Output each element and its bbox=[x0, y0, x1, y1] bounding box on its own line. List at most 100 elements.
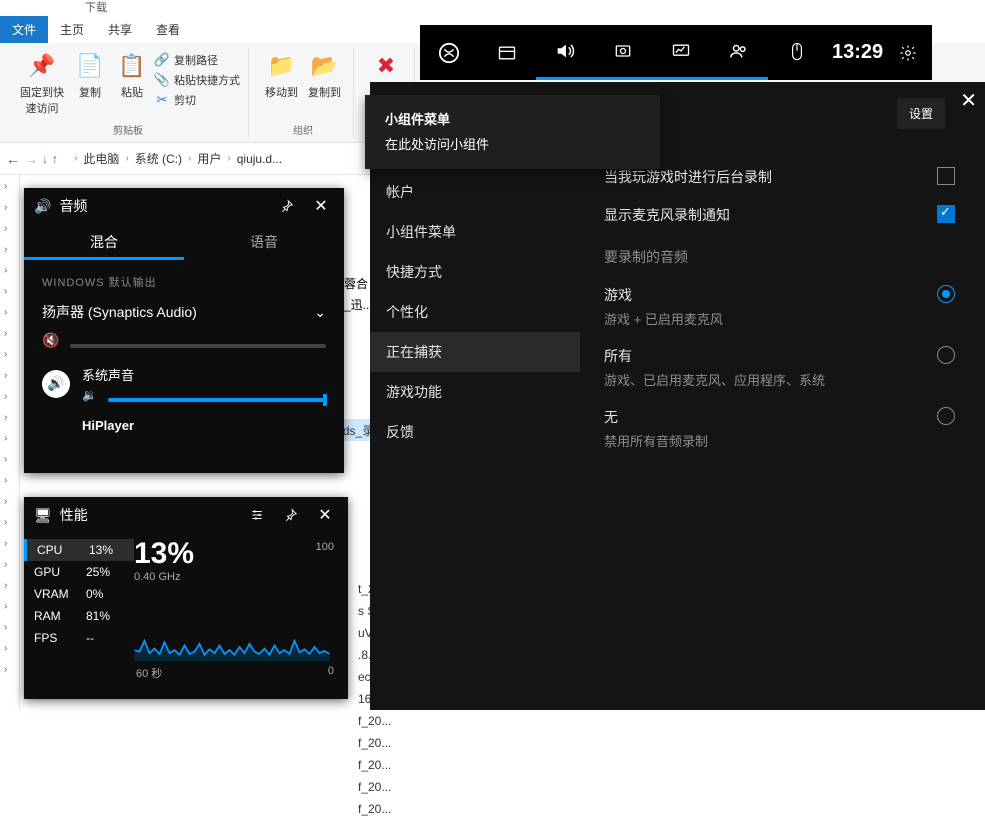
chevron-icon[interactable]: › bbox=[4, 559, 19, 570]
tab-mix[interactable]: 混合 bbox=[24, 224, 184, 260]
chevron-icon[interactable]: › bbox=[4, 370, 19, 381]
options-button[interactable] bbox=[244, 502, 270, 528]
settings-gear-button[interactable] bbox=[889, 25, 927, 80]
social-button[interactable] bbox=[710, 25, 768, 80]
file-row[interactable]: f_20... bbox=[38, 798, 985, 820]
chevron-icon[interactable]: › bbox=[4, 538, 19, 549]
system-sound-icon: 🔊 bbox=[42, 370, 70, 398]
mute-icon[interactable]: 🔇 bbox=[42, 332, 60, 349]
tab-file[interactable]: 文件 bbox=[0, 16, 48, 43]
system-volume-slider[interactable] bbox=[108, 398, 326, 402]
pin-button[interactable]: 📌固定到快 速访问 bbox=[16, 48, 68, 118]
perf-header[interactable]: 🖥 性能 ✕ bbox=[24, 497, 348, 533]
chevron-icon[interactable]: › bbox=[4, 433, 19, 444]
copy-button[interactable]: 📄复制 bbox=[70, 48, 110, 118]
volume-icon[interactable]: 🔉 bbox=[82, 388, 100, 402]
radio-game[interactable] bbox=[937, 285, 955, 303]
chevron-icon[interactable]: › bbox=[4, 496, 19, 507]
clipboard-group-label: 剪贴板 bbox=[113, 122, 143, 137]
file-name: f_20... bbox=[358, 736, 391, 750]
tab-share[interactable]: 共享 bbox=[96, 16, 144, 43]
chevron-icon[interactable]: › bbox=[4, 517, 19, 528]
chevron-icon[interactable]: › bbox=[4, 202, 19, 213]
tab-home[interactable]: 主页 bbox=[48, 16, 96, 43]
bc-thispc[interactable]: 此电脑 bbox=[83, 150, 119, 167]
big-percentage: 13% bbox=[134, 537, 336, 571]
forward-icon: → bbox=[24, 151, 38, 167]
nav-personalize[interactable]: 个性化 bbox=[370, 292, 580, 332]
bc-drive[interactable]: 系统 (C:) bbox=[135, 150, 182, 167]
back-icon[interactable]: ← bbox=[6, 151, 20, 167]
stat-gpu[interactable]: GPU25% bbox=[34, 561, 134, 583]
down-arrow-icon[interactable]: ↓ bbox=[42, 152, 48, 166]
chevron-icon[interactable]: › bbox=[4, 475, 19, 486]
moveto-button[interactable]: 📁移动到 bbox=[261, 48, 302, 102]
chevron-icon[interactable]: › bbox=[4, 223, 19, 234]
chevron-icon[interactable]: › bbox=[4, 244, 19, 255]
chevron-icon[interactable]: › bbox=[4, 265, 19, 276]
mic-notify-checkbox[interactable] bbox=[937, 205, 955, 223]
chevron-icon[interactable]: › bbox=[4, 664, 19, 675]
xbox-button[interactable] bbox=[420, 25, 478, 80]
up-icon[interactable]: ↑ bbox=[52, 152, 58, 166]
nav-gamefeatures[interactable]: 游戏功能 bbox=[370, 372, 580, 412]
pin-button[interactable] bbox=[274, 193, 300, 219]
moveto-label: 移动到 bbox=[265, 84, 298, 100]
pin-button[interactable] bbox=[278, 502, 304, 528]
organize-group-label: 组织 bbox=[293, 122, 313, 137]
chevron-icon[interactable]: › bbox=[4, 454, 19, 465]
stat-vram[interactable]: VRAM0% bbox=[34, 583, 134, 605]
copypath-button[interactable]: 🔗复制路径 bbox=[154, 50, 240, 70]
nav-feedback[interactable]: 反馈 bbox=[370, 412, 580, 452]
bc-user[interactable]: qiuju.d... bbox=[237, 152, 282, 166]
chevron-icon[interactable]: › bbox=[4, 328, 19, 339]
settings-content: 当我玩游戏时进行后台录制 显示麦克风录制通知 要录制的音频 游戏 游戏 + 已启… bbox=[580, 82, 985, 710]
chevron-icon[interactable]: › bbox=[4, 286, 19, 297]
bg-record-checkbox[interactable] bbox=[937, 167, 955, 185]
nav-widgets[interactable]: 小组件菜单 bbox=[370, 212, 580, 252]
file-row[interactable]: f_20... bbox=[38, 754, 985, 776]
chevron-icon[interactable]: › bbox=[4, 349, 19, 360]
mouse-button[interactable] bbox=[768, 25, 826, 80]
chevron-icon[interactable]: › bbox=[4, 307, 19, 318]
widgets-button[interactable] bbox=[478, 25, 536, 80]
device-selector[interactable]: 扬声器 (Synaptics Audio) ⌄ bbox=[42, 302, 326, 322]
radio-none[interactable] bbox=[937, 407, 955, 425]
file-row[interactable]: f_20... bbox=[38, 710, 985, 732]
cut-button[interactable]: ✂剪切 bbox=[154, 90, 240, 110]
master-volume-slider[interactable] bbox=[70, 344, 326, 348]
bc-users[interactable]: 用户 bbox=[197, 150, 221, 167]
chevron-icon[interactable]: › bbox=[4, 412, 19, 423]
file-row[interactable]: f_20... bbox=[38, 732, 985, 754]
nav-capturing[interactable]: 正在捕获 bbox=[370, 332, 580, 372]
nav-account[interactable]: 帐户 bbox=[370, 172, 580, 212]
performance-button[interactable] bbox=[652, 25, 710, 80]
settings-close-button[interactable]: ✕ bbox=[960, 88, 977, 113]
file-row[interactable]: f_20... bbox=[38, 776, 985, 798]
chevron-icon[interactable]: › bbox=[4, 622, 19, 633]
capture-button[interactable] bbox=[594, 25, 652, 80]
chevron-icon[interactable]: › bbox=[4, 643, 19, 654]
stat-ram[interactable]: RAM81% bbox=[34, 605, 134, 627]
audio-button[interactable] bbox=[536, 25, 594, 80]
chevron-icon[interactable]: › bbox=[4, 580, 19, 591]
chevron-icon[interactable]: › bbox=[4, 181, 19, 192]
nav-shortcuts[interactable]: 快捷方式 bbox=[370, 252, 580, 292]
paste-button[interactable]: 📋粘贴 bbox=[112, 48, 152, 118]
copy-icon: 📄 bbox=[74, 50, 106, 82]
tab-view[interactable]: 查看 bbox=[144, 16, 192, 43]
audio-tabs: 混合 语音 bbox=[24, 224, 344, 260]
close-button[interactable]: ✕ bbox=[312, 502, 338, 528]
stat-cpu[interactable]: CPU13% bbox=[24, 539, 134, 561]
copyto-button[interactable]: 📂复制到 bbox=[304, 48, 345, 102]
shortcut-icon: 📎 bbox=[154, 72, 170, 88]
gamebar-top: 13:29 bbox=[420, 25, 932, 80]
stat-fps[interactable]: FPS-- bbox=[34, 627, 134, 649]
tab-voice[interactable]: 语音 bbox=[184, 224, 344, 260]
pasteshortcut-button[interactable]: 📎粘贴快捷方式 bbox=[154, 70, 240, 90]
audio-header[interactable]: 🔊 音频 ✕ bbox=[24, 188, 344, 224]
radio-all[interactable] bbox=[937, 346, 955, 364]
chevron-icon[interactable]: › bbox=[4, 391, 19, 402]
chevron-icon[interactable]: › bbox=[4, 601, 19, 612]
close-button[interactable]: ✕ bbox=[308, 193, 334, 219]
